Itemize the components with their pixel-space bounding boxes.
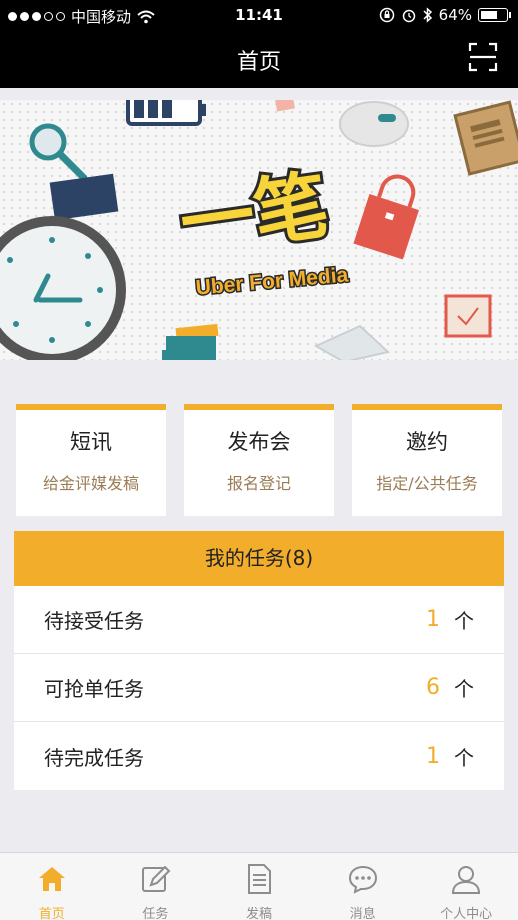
battery-illustration (126, 100, 206, 126)
task-count: 1 (426, 743, 440, 769)
card-invitation[interactable]: 邀约 指定/公共任务 (352, 404, 502, 516)
task-label: 待完成任务 (44, 745, 144, 770)
quick-actions: 短讯 给金评媒发稿 发布会 报名登记 邀约 指定/公共任务 (16, 404, 502, 516)
my-tasks-header[interactable]: 我的任务(8) (14, 531, 504, 586)
card-subtitle: 指定/公共任务 (376, 474, 478, 493)
my-tasks-panel: 我的任务(8) 待接受任务 1 个 可抢单任务 6 个 待完成任务 1 个 (14, 531, 504, 790)
tab-label: 个人中心 (440, 907, 493, 920)
svg-text:一笔: 一笔 (175, 163, 333, 266)
task-row-pending-complete[interactable]: 待完成任务 1 个 (14, 722, 504, 790)
message-icon (348, 865, 377, 894)
page-title: 首页 (236, 50, 281, 75)
card-title: 邀约 (406, 430, 448, 454)
task-row-grabbable[interactable]: 可抢单任务 6 个 (14, 654, 504, 722)
tab-home[interactable]: 首页 (0, 853, 104, 920)
user-icon (452, 866, 481, 894)
books-illustration (162, 323, 219, 360)
magnifier-illustration (29, 123, 88, 182)
task-count: 1 (426, 607, 440, 632)
document-icon (247, 864, 271, 894)
tab-profile[interactable]: 个人中心 (414, 853, 518, 920)
tab-label: 任务 (142, 907, 169, 920)
task-unit: 个 (454, 609, 474, 633)
battery-icon (478, 8, 511, 22)
task-unit: 个 (454, 677, 474, 701)
mouse-illustration (339, 101, 409, 147)
home-icon (38, 867, 65, 891)
task-row-pending-accept[interactable]: 待接受任务 1 个 (14, 586, 504, 654)
tab-tasks[interactable]: 任务 (104, 853, 208, 920)
edit-icon (142, 865, 171, 892)
bluetooth-icon (423, 7, 432, 23)
notebook-illustration (453, 100, 518, 176)
task-count: 6 (426, 675, 440, 700)
card-sms[interactable]: 短讯 给金评媒发稿 (16, 404, 166, 516)
calendar-illustration (444, 294, 492, 338)
clock-illustration (0, 216, 126, 360)
tab-label: 首页 (38, 907, 65, 920)
banner-logo: 一笔 Uber For Media (172, 160, 351, 301)
card-subtitle: 报名登记 (226, 474, 291, 493)
tab-label: 发稿 (245, 907, 272, 920)
promo-banner[interactable]: 一笔 Uber For Media (0, 100, 518, 360)
card-press-conference[interactable]: 发布会 报名登记 (184, 404, 334, 516)
task-label: 可抢单任务 (44, 677, 144, 701)
card-title: 发布会 (227, 430, 291, 454)
battery-percent: 64% (438, 6, 472, 24)
task-unit: 个 (454, 745, 474, 770)
orientation-lock-icon (379, 7, 394, 23)
task-label: 待接受任务 (44, 609, 144, 633)
tab-submit[interactable]: 发稿 (207, 853, 311, 920)
alarm-icon (402, 9, 415, 23)
top-bar: 中国移动 11:41 64% 首页 (0, 0, 518, 88)
card-title: 短讯 (70, 430, 112, 454)
tab-label: 消息 (349, 907, 376, 920)
scan-icon[interactable] (468, 42, 498, 72)
svg-text:Uber For Media: Uber For Media (195, 263, 350, 299)
tab-messages[interactable]: 消息 (311, 853, 415, 920)
status-bar: 中国移动 11:41 64% (0, 0, 518, 30)
card-subtitle: 给金评媒发稿 (42, 474, 139, 493)
bag-illustration (353, 174, 419, 260)
tab-bar: 首页 任务 发稿 消息 个人中心 (0, 852, 518, 920)
